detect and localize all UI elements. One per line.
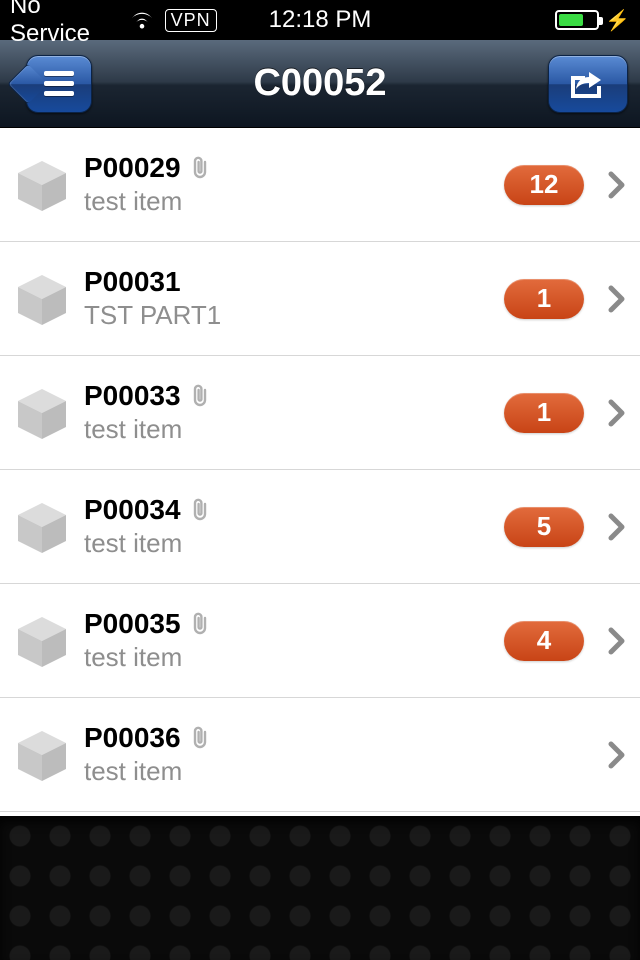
item-code: P00036 [84,722,181,754]
share-button[interactable] [548,55,628,113]
chevron-right-icon [608,399,626,427]
package-icon [14,271,70,327]
chevron-right-icon [608,285,626,313]
list-item-text: P00035 test item [84,608,490,673]
chevron-right-icon [608,627,626,655]
list-item-text: P00036 test item [84,722,490,787]
package-icon [14,157,70,213]
item-code: P00029 [84,152,181,184]
item-code: P00034 [84,494,181,526]
item-description: test item [84,756,490,787]
package-icon [14,613,70,669]
count-badge: 12 [504,165,584,205]
carrier-text: No Service [10,0,119,48]
vpn-indicator: VPN [165,9,217,32]
wifi-icon [129,10,155,30]
list-item-text: P00031 TST PART1 [84,266,490,331]
list-item[interactable]: P00029 test item 12 [0,128,640,242]
menu-icon [44,71,74,96]
charging-icon: ⚡ [605,8,630,33]
attachment-icon [189,156,211,180]
item-description: test item [84,528,490,559]
battery-icon [555,10,599,30]
back-menu-button[interactable] [26,55,92,113]
chevron-right-icon [608,171,626,199]
list-item[interactable]: P00034 test item 5 [0,470,640,584]
attachment-icon [189,384,211,408]
count-badge: 1 [504,279,584,319]
list-item-text: P00029 test item [84,152,490,217]
clock: 12:18 PM [217,6,424,34]
item-description: TST PART1 [84,300,490,331]
item-code: P00033 [84,380,181,412]
attachment-icon [189,612,211,636]
chevron-right-icon [608,741,626,769]
package-icon [14,499,70,555]
footer-texture [0,816,640,960]
item-code: P00035 [84,608,181,640]
list-item[interactable]: P00033 test item 1 [0,356,640,470]
item-description: test item [84,186,490,217]
list-item[interactable]: P00036 test item [0,698,640,812]
count-badge: 4 [504,621,584,661]
nav-bar: C00052 [0,40,640,128]
item-description: test item [84,642,490,673]
list-item-text: P00034 test item [84,494,490,559]
item-code: P00031 [84,266,181,298]
count-badge: 5 [504,507,584,547]
item-description: test item [84,414,490,445]
list-item[interactable]: P00031 TST PART1 1 [0,242,640,356]
package-icon [14,385,70,441]
list-item-text: P00033 test item [84,380,490,445]
count-badge: 1 [504,393,584,433]
package-icon [14,727,70,783]
chevron-right-icon [608,513,626,541]
list-item[interactable]: P00035 test item 4 [0,584,640,698]
status-bar: No Service VPN 12:18 PM ⚡ [0,0,640,40]
attachment-icon [189,498,211,522]
share-icon [571,70,605,98]
item-list: P00029 test item 12 P00031 [0,128,640,816]
page-title: C00052 [92,62,548,105]
attachment-icon [189,726,211,750]
